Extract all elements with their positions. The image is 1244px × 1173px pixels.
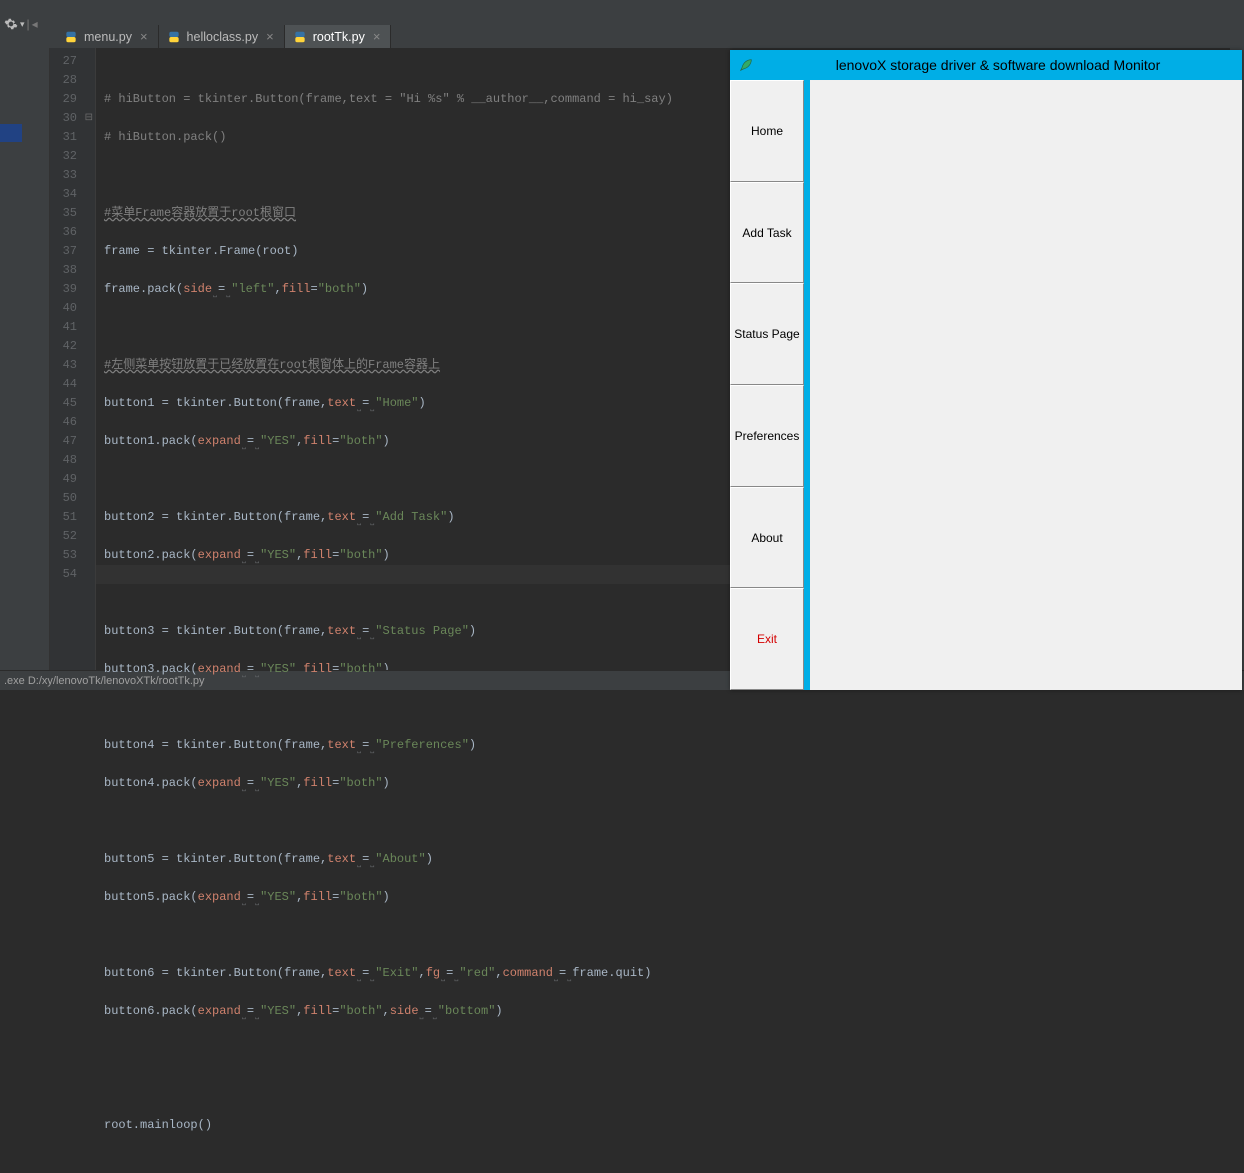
tab-label: helloclass.py <box>187 30 259 44</box>
selection-marker <box>0 124 22 142</box>
close-icon[interactable]: × <box>140 29 148 44</box>
python-file-icon <box>293 30 307 44</box>
preferences-button[interactable]: Preferences <box>730 385 804 487</box>
gear-icon <box>4 17 18 31</box>
editor-tabs: menu.py × helloclass.py × rootTk.py × <box>56 18 391 48</box>
exit-button[interactable]: Exit <box>730 588 804 690</box>
project-tool-window-stub[interactable] <box>0 48 50 670</box>
home-button[interactable]: Home <box>730 80 804 182</box>
python-file-icon <box>64 30 78 44</box>
chevron-down-icon: ▾ <box>20 19 25 30</box>
tab-menu-py[interactable]: menu.py × <box>56 25 159 48</box>
feather-icon <box>738 57 754 73</box>
chevron-left-icon[interactable]: ◂ <box>32 17 38 31</box>
status-text: .exe D:/xy/lenovoTk/lenovoXTk/rootTk.py <box>4 675 205 687</box>
python-file-icon <box>167 30 181 44</box>
about-button[interactable]: About <box>730 487 804 589</box>
tk-main-area <box>810 80 1242 690</box>
close-icon[interactable]: × <box>373 29 381 44</box>
tab-label: rootTk.py <box>313 30 365 44</box>
top-toolbar: ▾ | ◂ menu.py × helloclass.py × rootTk.p… <box>0 0 1244 48</box>
status-page-button[interactable]: Status Page <box>730 283 804 385</box>
close-icon[interactable]: × <box>266 29 274 44</box>
tk-titlebar[interactable]: lenovoX storage driver & software downlo… <box>730 50 1242 80</box>
tab-helloclass-py[interactable]: helloclass.py × <box>159 25 285 48</box>
tab-roottk-py[interactable]: rootTk.py × <box>285 25 392 48</box>
add-task-button[interactable]: Add Task <box>730 182 804 284</box>
tk-app-window[interactable]: lenovoX storage driver & software downlo… <box>730 50 1242 690</box>
fold-marker-icon[interactable]: ⊟ <box>85 109 93 128</box>
tk-window-title: lenovoX storage driver & software downlo… <box>762 57 1234 73</box>
settings-dropdown[interactable]: ▾ | ◂ <box>0 0 50 48</box>
line-number-gutter: 27 28 29 30 31 32 33 34 35 36 37 38 39 4… <box>50 48 96 670</box>
tk-body: Home Add Task Status Page Preferences Ab… <box>730 80 1242 690</box>
tk-sidebar: Home Add Task Status Page Preferences Ab… <box>730 80 810 690</box>
tab-label: menu.py <box>84 30 132 44</box>
